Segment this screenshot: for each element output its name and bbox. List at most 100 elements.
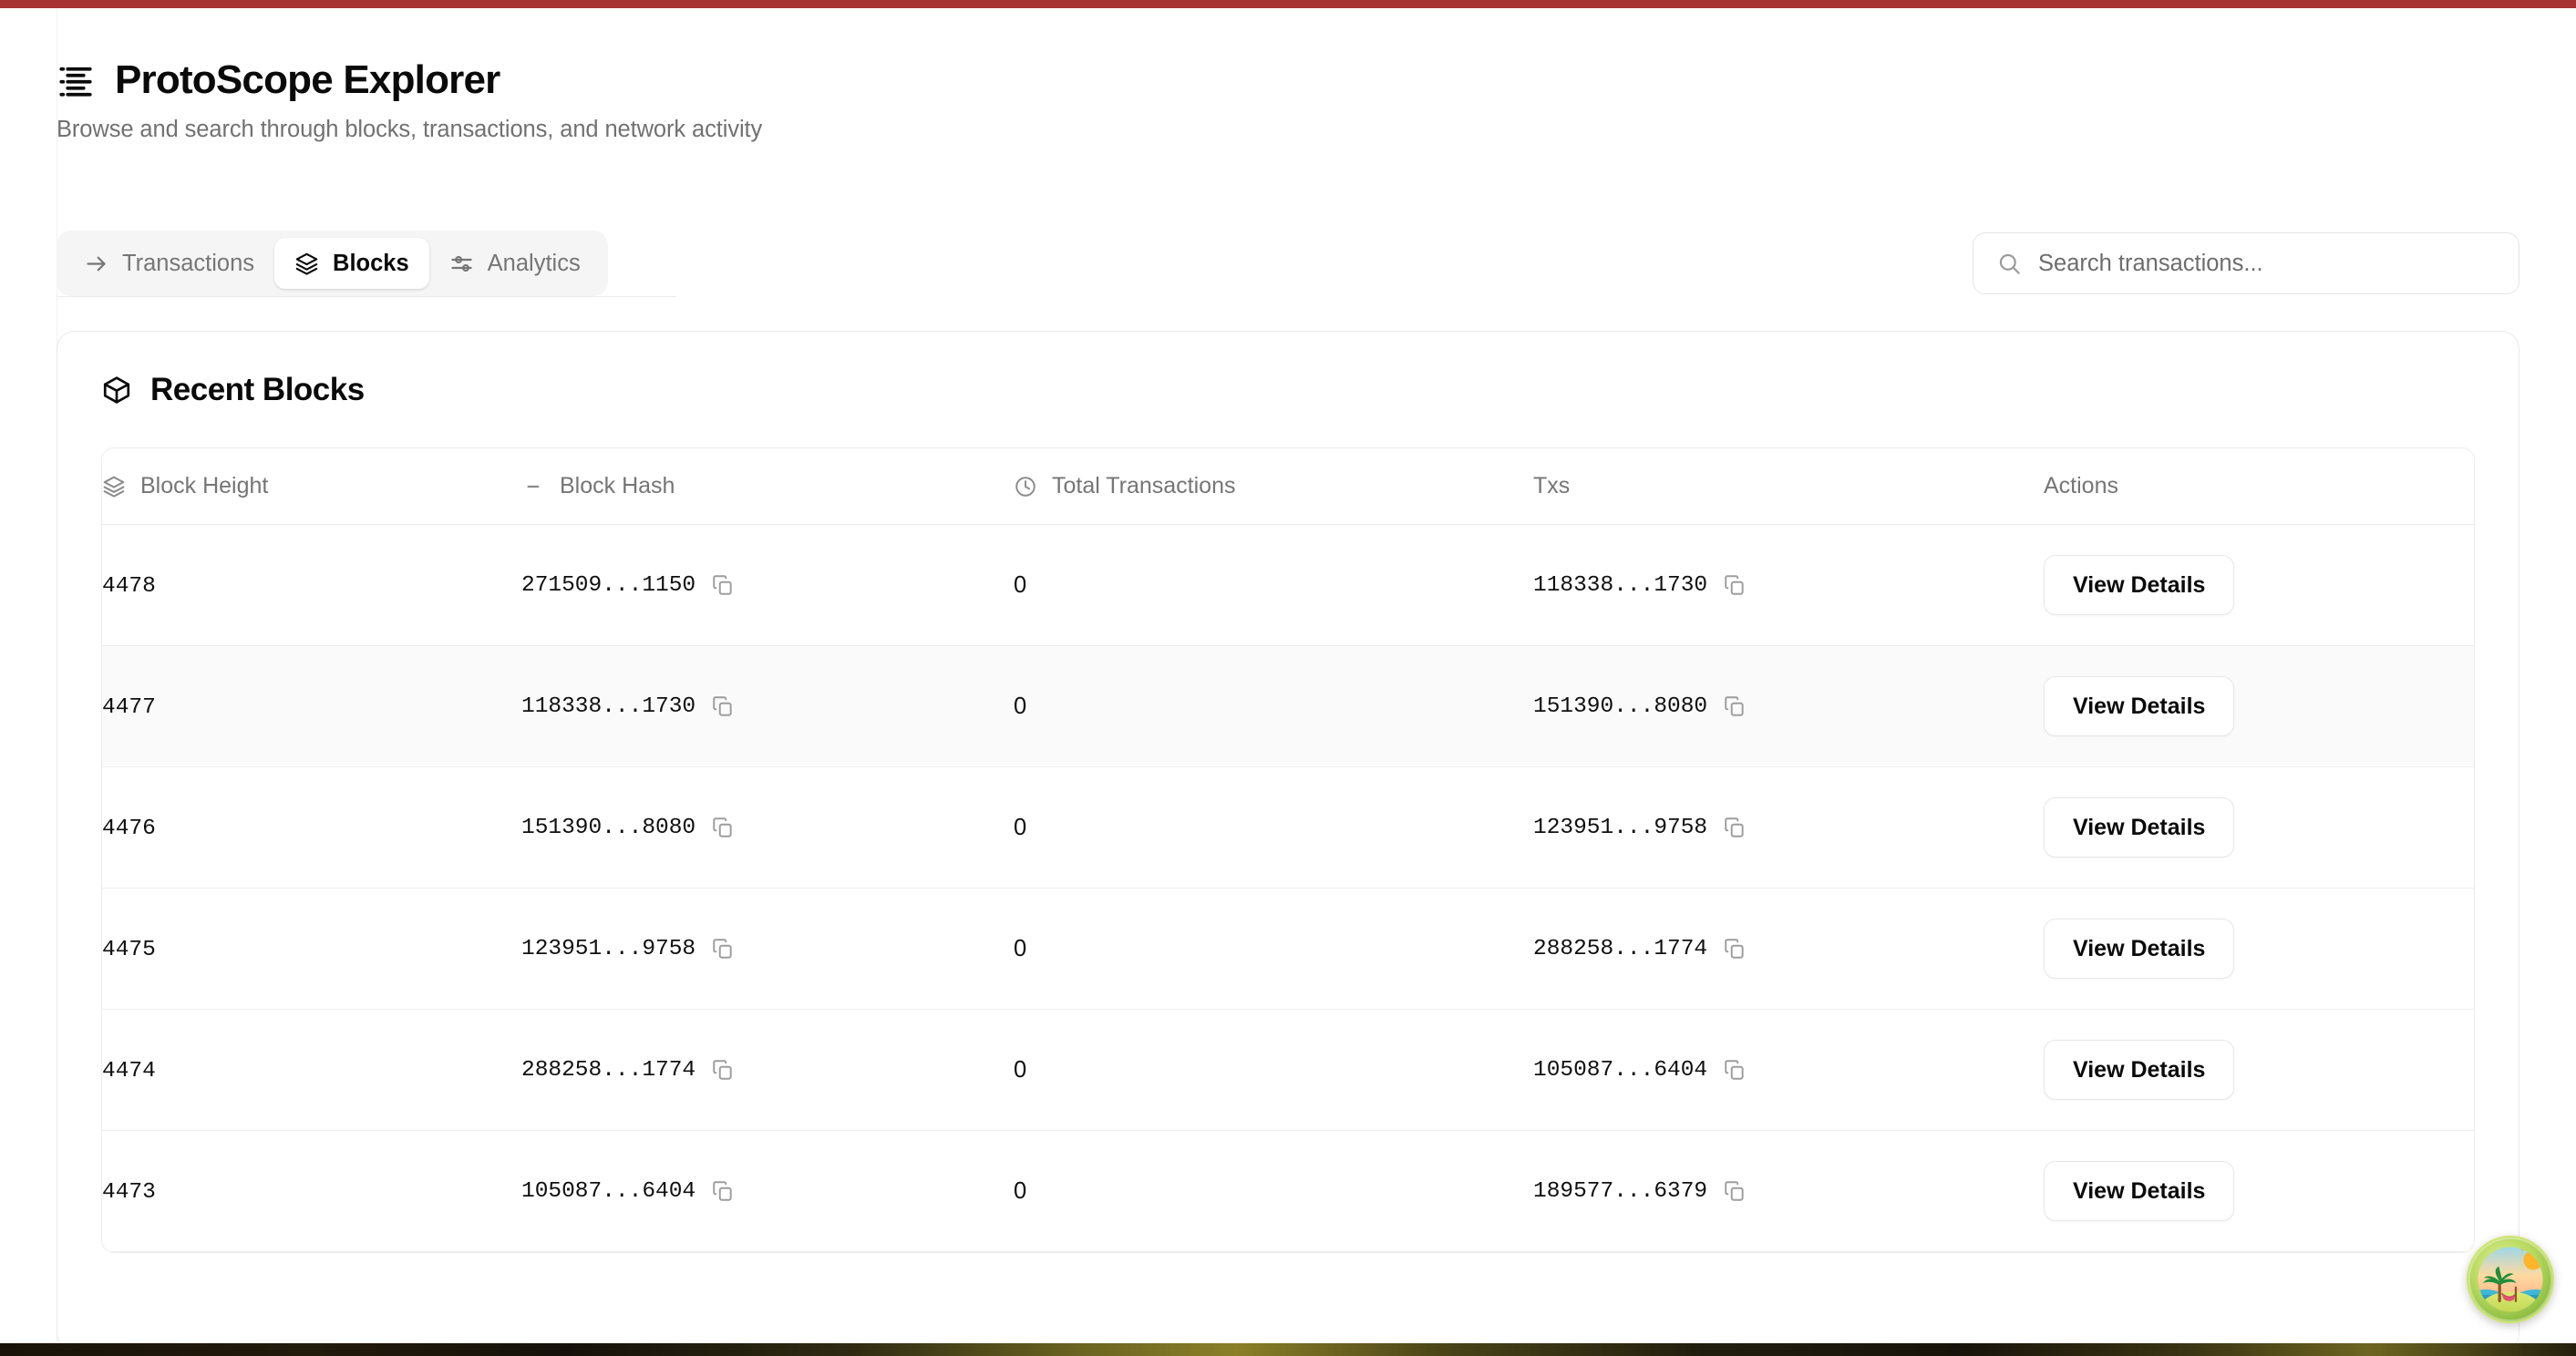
view-details-button[interactable]: View Details [2044,1040,2235,1100]
block-hash-value: 105087...6404 [521,1178,696,1204]
copy-block-hash-button[interactable] [711,573,735,597]
list-lines-icon [59,67,92,97]
app-header: ProtoScope Explorer Browse and search th… [57,57,763,143]
block-hash-value: 151390...8080 [521,815,696,840]
cell-total-transactions: 0 [1014,1009,1533,1131]
column-header-block-hash-label: Block Hash [560,473,675,498]
view-details-button[interactable]: View Details [2044,919,2235,979]
column-header-block-hash[interactable]: Block Hash [521,448,1014,525]
layers-icon [295,252,318,275]
copy-txs-hash-button[interactable] [1723,573,1747,597]
copy-icon [713,1060,732,1080]
search-box[interactable] [1973,232,2519,294]
txs-hash-value: 189577...6379 [1533,1178,1708,1204]
cell-actions: View Details [2044,645,2474,767]
cell-total-transactions: 0 [1014,766,1533,889]
table-row[interactable]: 4474 288258...1774 0 105087...6404 View … [102,1009,2474,1131]
cell-block-height: 4477 [102,645,521,767]
cell-actions: View Details [2044,888,2474,1010]
tab-analytics[interactable]: Analytics [429,238,601,289]
tropical-island-widget-button[interactable] [2467,1236,2554,1323]
column-header-actions: Actions [2044,448,2474,525]
cell-txs: 118338...1730 [1533,524,2044,646]
tab-bar-underline [57,296,676,297]
tab-analytics-label: Analytics [487,250,581,276]
tab-transactions-label: Transactions [122,250,255,276]
copy-txs-hash-button[interactable] [1723,816,1747,839]
screenshot-root: ProtoScope Explorer Browse and search th… [0,0,2576,1356]
copy-icon [713,939,732,959]
cell-txs: 105087...6404 [1533,1009,2044,1131]
total-transactions-value: 0 [1014,571,1027,598]
cell-actions: View Details [2044,1130,2474,1252]
copy-block-hash-button[interactable] [711,816,735,839]
cell-block-height: 4474 [102,1009,521,1131]
copy-txs-hash-button[interactable] [1723,1058,1747,1082]
cell-txs: 123951...9758 [1533,766,2044,889]
page-title: ProtoScope Explorer [115,57,500,102]
table-row[interactable]: 4476 151390...8080 0 123951...9758 View … [102,766,2474,889]
copy-block-hash-button[interactable] [711,1179,735,1203]
app-title-row: ProtoScope Explorer [57,57,762,102]
tab-blocks[interactable]: Blocks [274,238,429,289]
cell-block-hash: 288258...1774 [521,1009,1014,1131]
block-hash-value: 118338...1730 [521,693,696,719]
cell-actions: View Details [2044,524,2474,646]
tropical-island-icon [2468,1237,2553,1322]
copy-block-hash-button[interactable] [711,937,735,960]
card-header: Recent Blocks [101,372,2475,408]
dash-icon [527,485,540,488]
table-row[interactable]: 4478 271509...1150 0 118338...1730 View … [102,524,2474,646]
copy-txs-hash-button[interactable] [1723,1179,1747,1203]
view-details-button[interactable]: View Details [2044,1161,2235,1221]
search-input[interactable] [2038,250,2495,277]
page-subtitle: Browse and search through blocks, transa… [57,117,763,143]
column-header-actions-label: Actions [2044,473,2118,498]
table-row[interactable]: 4477 118338...1730 0 151390...8080 View … [102,645,2474,767]
cell-total-transactions: 0 [1014,645,1533,767]
copy-block-hash-button[interactable] [711,1058,735,1082]
tab-blocks-label: Blocks [333,250,409,276]
tab-transactions[interactable]: Transactions [64,238,274,289]
recent-blocks-card: Recent Blocks Block Height Block Hash To… [57,331,2519,1343]
total-transactions-value: 0 [1014,1177,1027,1204]
cell-total-transactions: 0 [1014,888,1533,1010]
copy-txs-hash-button[interactable] [1723,937,1747,960]
txs-hash-value: 123951...9758 [1533,815,1708,840]
column-header-txs[interactable]: Txs [1533,448,2044,525]
table-row[interactable]: 4473 105087...6404 0 189577...6379 View … [102,1130,2474,1252]
cell-block-hash: 105087...6404 [521,1130,1014,1252]
column-header-total-transactions[interactable]: Total Transactions [1014,448,1533,525]
cell-block-hash: 118338...1730 [521,645,1014,767]
cell-actions: View Details [2044,1009,2474,1131]
blocks-table-head: Block Height Block Hash Total Transactio… [102,448,2474,525]
block-hash-value: 123951...9758 [521,936,696,961]
view-details-button[interactable]: View Details [2044,555,2235,615]
cell-actions: View Details [2044,766,2474,889]
cell-block-hash: 123951...9758 [521,888,1014,1010]
view-details-button[interactable]: View Details [2044,797,2235,858]
copy-icon [713,1181,732,1201]
txs-hash-value: 105087...6404 [1533,1057,1708,1083]
copy-icon [713,575,732,595]
block-hash-value: 271509...1150 [521,572,696,598]
cube-icon [103,376,130,404]
column-header-block-height[interactable]: Block Height [102,448,521,525]
tab-bar: Transactions Blocks Analytics [57,231,608,296]
clock-icon [1015,476,1036,497]
table-row[interactable]: 4475 123951...9758 0 288258...1774 View … [102,888,2474,1010]
cell-block-hash: 271509...1150 [521,524,1014,646]
copy-icon [1725,575,1744,595]
copy-txs-hash-button[interactable] [1723,694,1747,718]
copy-block-hash-button[interactable] [711,694,735,718]
block-hash-value: 288258...1774 [521,1057,696,1083]
cell-txs: 288258...1774 [1533,888,2044,1010]
txs-hash-value: 151390...8080 [1533,693,1708,719]
copy-icon [1725,1181,1744,1201]
page-content: ProtoScope Explorer Browse and search th… [0,8,2576,1343]
sliders-icon [450,255,472,272]
browser-accent-bar [0,0,2576,8]
copy-icon [1725,939,1744,959]
column-header-block-height-label: Block Height [140,473,269,498]
view-details-button[interactable]: View Details [2044,676,2235,736]
